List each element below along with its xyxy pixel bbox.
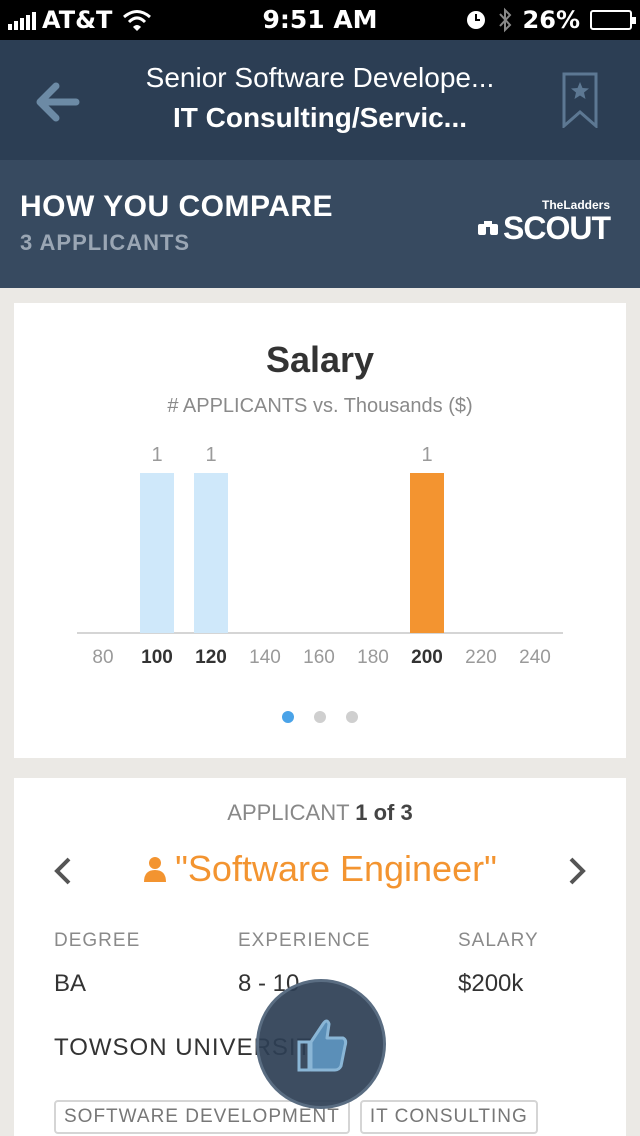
x-tick-label: 200 bbox=[411, 647, 443, 668]
experience-label: EXPERIENCE bbox=[238, 930, 371, 951]
job-title: Senior Software Develope... bbox=[145, 62, 495, 93]
person-icon bbox=[144, 857, 167, 882]
alarm-icon bbox=[466, 11, 485, 29]
x-tick-label: 180 bbox=[357, 647, 389, 668]
scout-logo: TheLadders SCOUT bbox=[477, 198, 611, 246]
applicant-name-row: "Software Engineer" bbox=[14, 848, 626, 890]
bar-100 bbox=[140, 473, 174, 633]
bar-value-label: 1 bbox=[421, 444, 432, 466]
bar-120 bbox=[194, 473, 228, 633]
applicant-index: 1 of 3 bbox=[355, 800, 413, 825]
binoculars-icon bbox=[478, 221, 498, 235]
salary-label: SALARY bbox=[458, 930, 539, 951]
nav-bar: Senior Software Develope... IT Consultin… bbox=[0, 40, 640, 160]
applicant-label: APPLICANT bbox=[227, 800, 350, 825]
status-bar: AT&T 9:51 AM 26% bbox=[0, 0, 640, 40]
battery-icon bbox=[590, 10, 636, 30]
x-tick-label: 100 bbox=[141, 647, 173, 668]
thumbs-up-icon bbox=[297, 1019, 348, 1072]
skill-tags: SOFTWARE DEVELOPMENT IT CONSULTING bbox=[54, 1100, 538, 1134]
applicant-position: APPLICANT 1 of 3 bbox=[14, 800, 626, 826]
page-dot[interactable] bbox=[346, 711, 358, 723]
x-tick-label: 220 bbox=[465, 647, 497, 668]
compare-header: HOW YOU COMPARE 3 APPLICANTS TheLadders … bbox=[0, 160, 640, 288]
salary-value: $200k bbox=[458, 970, 524, 997]
bookmark-icon[interactable] bbox=[562, 72, 598, 128]
skill-tag: IT CONSULTING bbox=[359, 1100, 538, 1134]
degree-label: DEGREE bbox=[54, 930, 141, 951]
thumbs-up-button[interactable] bbox=[256, 979, 386, 1109]
salary-chart-card[interactable]: Salary # APPLICANTS vs. Thousands ($) 80… bbox=[14, 303, 626, 758]
x-tick-label: 80 bbox=[92, 647, 113, 668]
applicant-count: 3 APPLICANTS bbox=[20, 230, 191, 255]
logo-big: SCOUT bbox=[477, 210, 611, 246]
page-dot[interactable] bbox=[314, 711, 326, 723]
applicant-name: "Software Engineer" bbox=[175, 848, 497, 889]
next-applicant-icon[interactable] bbox=[566, 856, 588, 886]
page-indicator[interactable] bbox=[14, 711, 626, 723]
bar-value-label: 1 bbox=[205, 444, 216, 466]
back-arrow-icon[interactable] bbox=[30, 74, 86, 130]
x-tick-label: 140 bbox=[249, 647, 281, 668]
chart-title: Salary bbox=[265, 339, 375, 380]
salary-bar-chart: 80 1 100 1 120 140 160 180 1 200 220 240 bbox=[77, 444, 563, 668]
status-right: 26% bbox=[465, 6, 636, 34]
chart-subtitle: # APPLICANTS vs. Thousands ($) bbox=[167, 395, 473, 417]
logo-big-text: SCOUT bbox=[503, 210, 611, 246]
battery-percent: 26% bbox=[522, 6, 580, 34]
degree-value: BA bbox=[54, 970, 87, 997]
bar-200 bbox=[410, 473, 444, 633]
job-category: IT Consulting/Servic... bbox=[172, 102, 468, 133]
page-dot[interactable] bbox=[282, 711, 294, 723]
bar-value-label: 1 bbox=[151, 444, 162, 466]
bluetooth-icon bbox=[498, 7, 511, 33]
x-tick-label: 240 bbox=[519, 647, 551, 668]
x-tick-label: 160 bbox=[303, 647, 335, 668]
x-tick-label: 120 bbox=[195, 647, 227, 668]
compare-heading: HOW YOU COMPARE bbox=[20, 190, 334, 223]
